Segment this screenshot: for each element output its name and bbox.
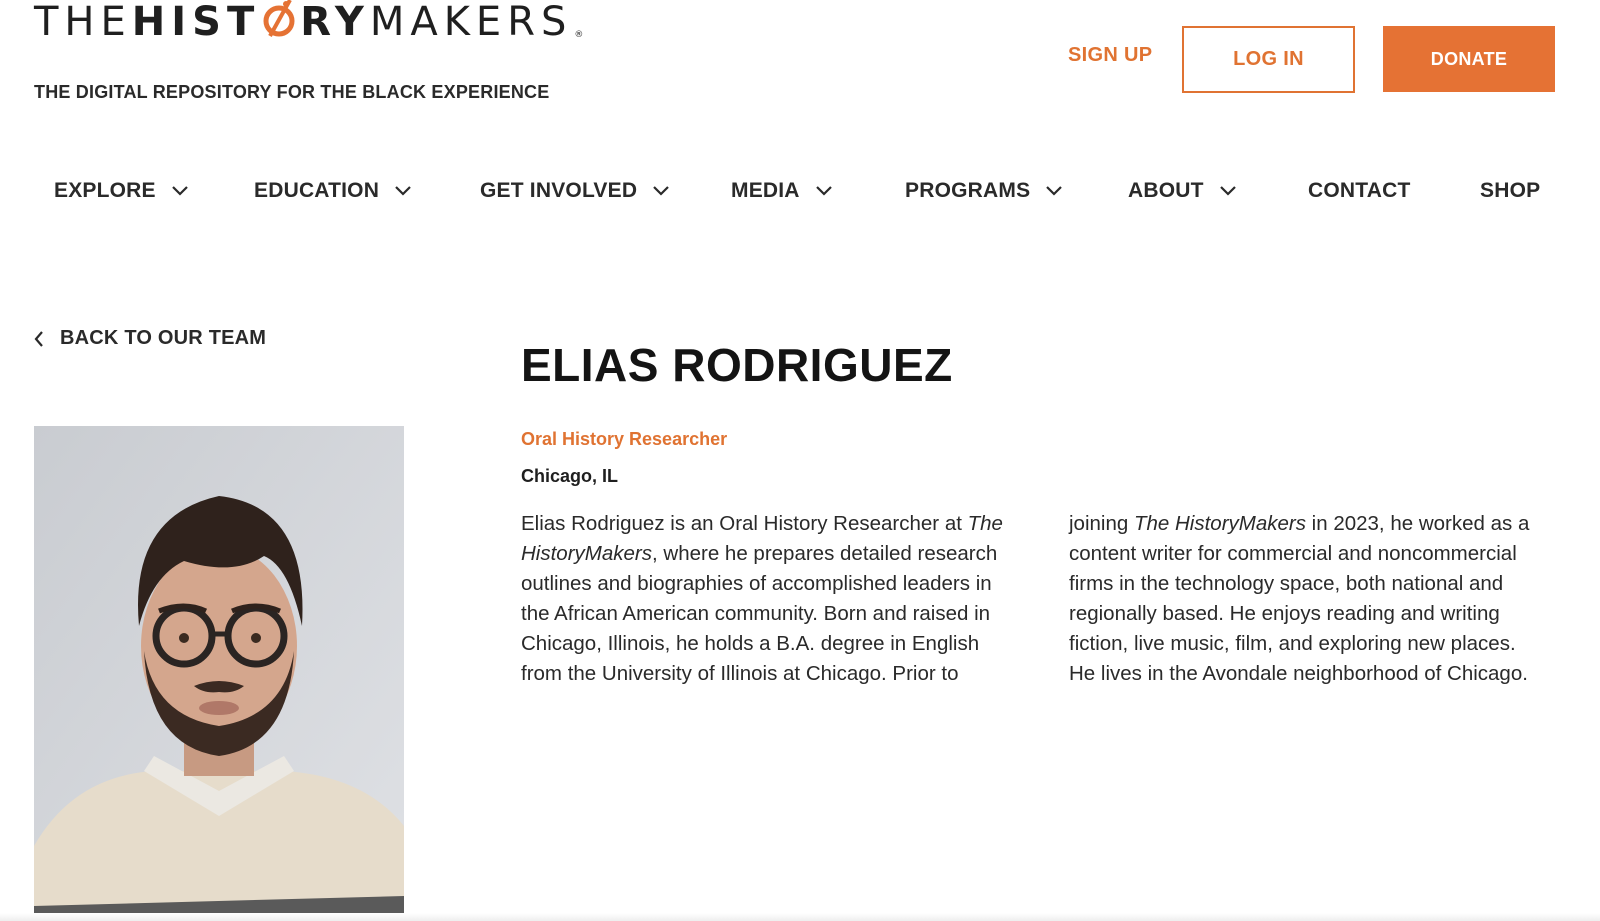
bio-line: HistoryMakers, where he prepares detaile… (521, 542, 998, 565)
profile-role: Oral History Researcher (521, 429, 728, 449)
logo-text-ry: RY (300, 0, 370, 45)
donate-button[interactable]: DONATE (1383, 26, 1555, 92)
bio-line: joining The HistoryMakers in 2023, he wo… (1069, 512, 1530, 535)
profile-name: ELIAS RODRIGUEZ (521, 339, 953, 391)
nav-item-label: ABOUT (1128, 179, 1204, 202)
nav-item-label: PROGRAMS (905, 179, 1031, 202)
nav-item-education[interactable]: EDUCATION (254, 179, 411, 203)
portrait-illustration (34, 426, 404, 921)
profile-photo (34, 426, 404, 921)
logo-o-mark-icon (262, 0, 296, 38)
nav-item-get-involved[interactable]: GET INVOLVED (480, 179, 669, 203)
logo-registered-mark: ® (574, 30, 584, 40)
bio-line: Chicago, Illinois, he holds a B.A. degre… (521, 632, 980, 655)
bio-line: content writer for commercial and noncom… (1069, 542, 1517, 565)
bio-line: from the University of Illinois at Chica… (521, 662, 959, 685)
nav-item-label: GET INVOLVED (480, 179, 638, 202)
bio-line: Elias Rodriguez is an Oral History Resea… (521, 512, 1003, 535)
page-bottom-edge (0, 913, 1600, 921)
chevron-down-icon (171, 186, 188, 196)
nav-item-about[interactable]: ABOUT (1128, 179, 1236, 203)
nav-item-label: EDUCATION (254, 179, 380, 202)
nav-item-explore[interactable]: EXPLORE (54, 179, 188, 203)
bio-column-2: joining The HistoryMakers in 2023, he wo… (1069, 509, 1529, 689)
nav-item-programs[interactable]: PROGRAMS (905, 179, 1063, 203)
chevron-down-icon (395, 186, 411, 196)
bio-line: the African American community. Born and… (521, 602, 991, 625)
chevron-down-icon (815, 186, 832, 196)
chevron-down-icon (653, 186, 669, 196)
nav-item-media[interactable]: MEDIA (731, 179, 832, 203)
logo-text-hist: HIST (131, 0, 261, 45)
nav-item-label: SHOP (1480, 179, 1541, 202)
nav-item-label: MEDIA (731, 179, 800, 202)
nav-item-label: EXPLORE (54, 179, 156, 202)
bio-column-1: Elias Rodriguez is an Oral History Resea… (521, 509, 1003, 689)
logo-text-the: THE (34, 0, 132, 45)
profile-location: Chicago, IL (521, 466, 619, 486)
back-to-team-link[interactable]: BACK TO OUR TEAM (34, 327, 266, 350)
nav-item-contact[interactable]: CONTACT (1308, 179, 1411, 203)
nav-item-shop[interactable]: SHOP (1480, 179, 1540, 203)
bio-line: regionally based. He enjoys reading and … (1069, 602, 1500, 625)
bio-line: outlines and biographies of accomplished… (521, 572, 992, 595)
chevron-down-icon (1219, 186, 1236, 196)
log-in-button[interactable]: LOG IN (1182, 26, 1355, 93)
site-logo[interactable]: THEHIST RYMAKERS ® (34, 0, 584, 58)
back-link-label: BACK TO OUR TEAM (60, 327, 267, 349)
site-tagline: THE DIGITAL REPOSITORY FOR THE BLACK EXP… (34, 82, 550, 102)
logo-text-makers: MAKERS (369, 0, 573, 45)
chevron-left-icon (34, 330, 44, 347)
nav-item-label: CONTACT (1308, 179, 1411, 202)
main-nav: EXPLORE EDUCATION GET INVOLVED MEDIA PRO… (0, 179, 1600, 213)
chevron-down-icon (1046, 186, 1063, 196)
bio-line: He lives in the Avondale neighborhood of… (1069, 662, 1528, 685)
bio-line: firms in the technology space, both nati… (1069, 572, 1504, 595)
sign-up-link[interactable]: SIGN UP (1068, 44, 1152, 67)
bio-line: fiction, live music, film, and exploring… (1069, 632, 1516, 655)
